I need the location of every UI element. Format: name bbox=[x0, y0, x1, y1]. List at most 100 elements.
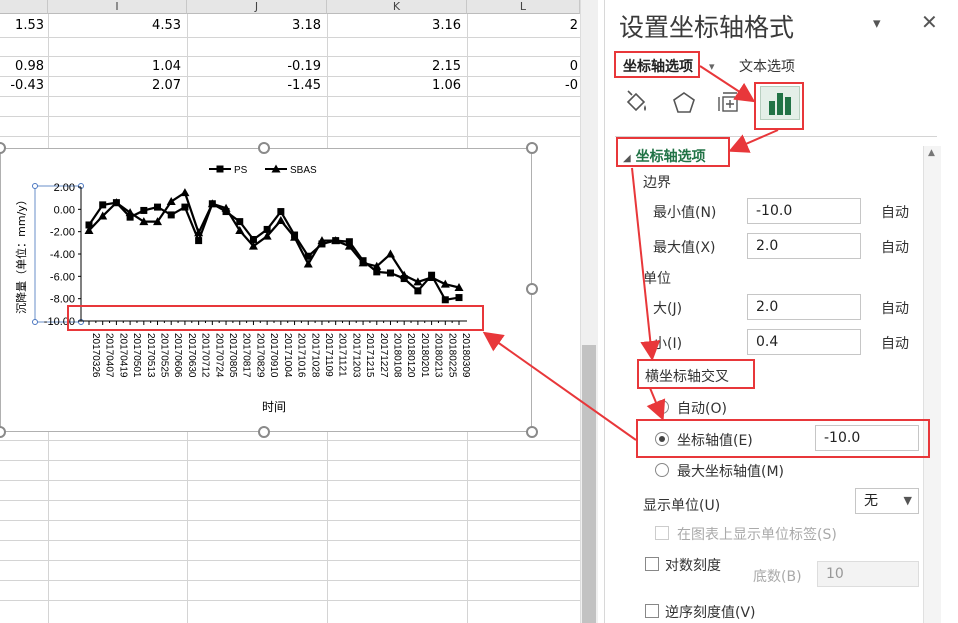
max-input[interactable]: 2.0 bbox=[747, 233, 861, 259]
cell[interactable]: 2.07 bbox=[48, 77, 181, 95]
chart-resize-handle[interactable] bbox=[526, 142, 538, 154]
x-tick-label: 20171109 bbox=[323, 333, 334, 377]
column-header-j[interactable]: J bbox=[187, 0, 327, 14]
cross-max-label[interactable]: 最大坐标轴值(M) bbox=[677, 461, 784, 481]
cell[interactable]: 0 bbox=[467, 58, 578, 76]
data-point-ps bbox=[195, 237, 203, 245]
chevron-down-icon[interactable]: ▾ bbox=[709, 60, 715, 73]
data-point-ps bbox=[181, 203, 189, 211]
legend-label: PS bbox=[234, 165, 248, 176]
cell[interactable]: -0 bbox=[467, 77, 578, 95]
tab-text-options[interactable]: 文本选项 bbox=[739, 56, 795, 76]
cell[interactable]: 4.53 bbox=[48, 17, 181, 35]
show-units-label: 在图表上显示单位标签(S) bbox=[677, 527, 837, 543]
chart-resize-handle[interactable] bbox=[526, 426, 538, 438]
y-tick-label: -2.00 bbox=[50, 227, 75, 239]
data-point-ps bbox=[441, 296, 449, 304]
minor-label: 小(I) bbox=[653, 336, 683, 352]
log-scale-label[interactable]: 对数刻度 bbox=[665, 555, 721, 575]
legend-label: SBAS bbox=[290, 165, 317, 176]
close-icon[interactable]: ✕ bbox=[921, 10, 938, 34]
base-input[interactable]: 10 bbox=[817, 561, 919, 587]
size-properties-icon[interactable] bbox=[717, 90, 743, 116]
y-tick-label: -8.00 bbox=[50, 294, 75, 306]
annotation-box bbox=[636, 419, 930, 458]
show-units-checkbox[interactable] bbox=[655, 526, 669, 540]
chevron-down-icon[interactable]: ▾ bbox=[873, 14, 881, 32]
x-tick-label: 20170712 bbox=[200, 333, 211, 378]
x-tick-label: 20171227 bbox=[378, 333, 389, 378]
cell[interactable]: 2.15 bbox=[327, 58, 461, 76]
cell[interactable]: 1.04 bbox=[48, 58, 181, 76]
x-tick-label: 20170407 bbox=[104, 333, 115, 378]
data-point-ps bbox=[455, 294, 463, 302]
min-input[interactable]: -10.0 bbox=[747, 198, 861, 224]
min-auto-button[interactable]: 自动 bbox=[881, 202, 909, 222]
pane-title: 设置坐标轴格式 bbox=[619, 13, 795, 42]
column-header-h[interactable] bbox=[0, 0, 48, 14]
base-label: 底数(B) bbox=[753, 569, 802, 585]
x-axis-title: 时间 bbox=[262, 400, 286, 414]
chart-area[interactable]: 2.00 0.00 -2.00 -4.00 -6.00 -8.00 -10.00 201703… bbox=[0, 148, 532, 432]
x-tick-label: 20170724 bbox=[213, 333, 224, 378]
scroll-up-icon[interactable]: ▲ bbox=[928, 148, 935, 158]
units-heading: 单位 bbox=[643, 271, 671, 287]
annotation-box bbox=[637, 359, 755, 389]
minor-input[interactable]: 0.4 bbox=[747, 329, 861, 355]
paint-bucket-icon[interactable] bbox=[623, 90, 649, 116]
annotation-box bbox=[614, 51, 700, 78]
chart-resize-handle[interactable] bbox=[258, 142, 270, 154]
max-auto-button[interactable]: 自动 bbox=[881, 237, 909, 257]
x-tick-label: 20180201 bbox=[419, 333, 430, 378]
x-tick-label: 20170606 bbox=[172, 333, 183, 378]
reverse-label[interactable]: 逆序刻度值(V) bbox=[665, 602, 756, 622]
sheet-scroll-thumb[interactable] bbox=[582, 345, 596, 623]
data-point-ps bbox=[236, 218, 244, 226]
chart-resize-handle[interactable] bbox=[258, 426, 270, 438]
log-scale-checkbox[interactable] bbox=[645, 557, 659, 571]
x-tick-label: 20170513 bbox=[145, 333, 156, 378]
x-tick-label: 20171203 bbox=[350, 333, 361, 378]
bounds-heading: 边界 bbox=[643, 175, 671, 191]
line-chart[interactable]: 2.000.00-2.00-4.00-6.00-8.00-10.00201703… bbox=[1, 149, 533, 433]
chart-resize-handle[interactable] bbox=[526, 283, 538, 295]
column-header-l[interactable]: L bbox=[467, 0, 580, 14]
x-tick-label: 20170817 bbox=[241, 333, 252, 378]
x-tick-label: 20171028 bbox=[309, 333, 320, 378]
major-auto-button[interactable]: 自动 bbox=[881, 298, 909, 318]
y-axis-handle bbox=[32, 183, 38, 189]
x-tick-label: 20170829 bbox=[254, 333, 265, 378]
cross-auto-radio[interactable] bbox=[655, 400, 669, 414]
cell[interactable]: -1.45 bbox=[187, 77, 321, 95]
data-point-ps bbox=[167, 211, 175, 219]
x-tick-label: 20180213 bbox=[433, 333, 444, 378]
column-header-i[interactable]: I bbox=[48, 0, 187, 14]
cell[interactable]: 1.53 bbox=[0, 17, 44, 35]
pentagon-icon[interactable] bbox=[671, 90, 697, 116]
column-header-k[interactable]: K bbox=[327, 0, 467, 14]
cell[interactable]: 3.18 bbox=[187, 17, 321, 35]
cell[interactable]: -0.19 bbox=[187, 58, 321, 76]
y-tick-label: 0.00 bbox=[54, 204, 75, 216]
cross-auto-label[interactable]: 自动(O) bbox=[677, 398, 727, 418]
cell[interactable]: 1.06 bbox=[327, 77, 461, 95]
major-input[interactable]: 2.0 bbox=[747, 294, 861, 320]
data-point-ps bbox=[277, 208, 285, 216]
annotation-box bbox=[754, 82, 804, 130]
cell[interactable]: 2 bbox=[467, 17, 578, 35]
display-units-select[interactable]: 无 ▼ bbox=[855, 488, 919, 514]
x-tick-label: 20170630 bbox=[186, 333, 197, 378]
cell[interactable]: 3.16 bbox=[327, 17, 461, 35]
y-tick-label: -4.00 bbox=[50, 249, 75, 261]
y-axis-handle bbox=[32, 319, 38, 325]
x-tick-label: 20171004 bbox=[282, 333, 293, 378]
cross-max-radio[interactable] bbox=[655, 463, 669, 477]
x-tick-label: 20170910 bbox=[268, 333, 279, 378]
reverse-checkbox[interactable] bbox=[645, 604, 659, 618]
x-tick-label: 20170525 bbox=[159, 333, 170, 378]
cell[interactable]: -0.43 bbox=[0, 77, 44, 95]
cell[interactable]: 0.98 bbox=[0, 58, 44, 76]
pane-vertical-scrollbar[interactable]: ▲ bbox=[923, 146, 941, 623]
legend-marker bbox=[216, 165, 224, 173]
minor-auto-button[interactable]: 自动 bbox=[881, 333, 909, 353]
